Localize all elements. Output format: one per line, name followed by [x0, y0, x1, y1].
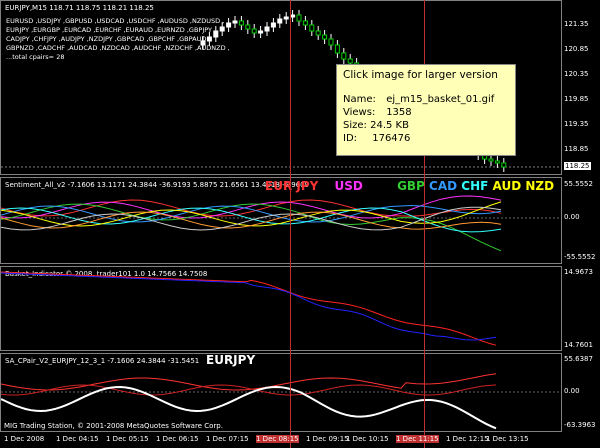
candle [200, 40, 206, 46]
sentiment-lines [1, 195, 502, 252]
candle [219, 26, 225, 32]
sentiment-axis: 55.5552 0.00 -55.5552 [562, 177, 600, 264]
image-info-tooltip[interactable]: Click image for larger version Name: ej_… [336, 64, 516, 156]
price-label: 119.85 [564, 95, 589, 103]
legend-jpy: JPY [296, 179, 319, 193]
sacpair-axis: 55.6387 0.00 -63.3963 [562, 353, 600, 432]
candle [245, 24, 251, 30]
sentiment-axis-label: 0.00 [564, 213, 580, 221]
time-axis: 1 Dec 2008 1 Dec 04:15 1 Dec 05:15 1 Dec… [0, 432, 600, 448]
time-tick-highlight: 1 Dec 11:15 [396, 435, 439, 443]
candle [238, 20, 244, 26]
candle [232, 20, 238, 24]
candle [334, 44, 340, 54]
basket-axis-label: 14.9673 [564, 268, 593, 276]
candle [488, 158, 494, 162]
time-tick: 1 Dec 12:15 [446, 435, 489, 443]
basket-axis-label: 14.7601 [564, 341, 593, 349]
price-label: 120.85 [564, 45, 589, 53]
legend-chf: CHF [461, 179, 489, 193]
candle [206, 36, 212, 42]
sacpair-axis-label: 0.00 [564, 387, 580, 395]
sentiment-axis-label: -55.5552 [564, 253, 596, 261]
time-tick: 1 Dec 09:15 [306, 435, 349, 443]
price-label: 119.35 [564, 120, 589, 128]
candle [494, 160, 500, 164]
candle [270, 22, 276, 28]
legend-usd: USD [334, 179, 363, 193]
legend-cad: CAD [429, 179, 458, 193]
time-tick-highlight: 1 Dec 08:15 [256, 435, 299, 443]
candle [501, 162, 507, 168]
tooltip-id-label: ID: [343, 133, 358, 144]
price-axis: 121.35 120.85 120.35 119.85 119.35 118.8… [562, 0, 600, 175]
candle [283, 16, 289, 20]
sacpair-svg [1, 373, 561, 430]
tooltip-views-row: Views: 1358 [343, 106, 509, 119]
basket-red-line [1, 271, 497, 346]
candle [296, 14, 302, 22]
basket-axis: 14.9673 14.7601 [562, 266, 600, 351]
time-tick: 1 Dec 07:15 [206, 435, 249, 443]
time-tick: 1 Dec 10:15 [346, 435, 389, 443]
basket-svg [1, 271, 497, 346]
legend-gbp: GBP [397, 179, 425, 193]
candle [347, 58, 353, 64]
candle [290, 14, 296, 18]
sentiment-legend: EUR JPY USD GBP CAD CHF AUD NZD [265, 179, 554, 193]
legend-eur: EUR [265, 179, 293, 193]
tooltip-size-label: Size: [343, 120, 367, 131]
current-price-label: 118.25 [564, 162, 591, 170]
tooltip-name-label: Name: [343, 94, 376, 105]
sacpair-label: EURJPY [206, 353, 256, 367]
copyright-footer: MIG Trading Station, © 2001-2008 MetaQuo… [4, 422, 223, 430]
candle [226, 22, 232, 28]
candle [277, 18, 283, 24]
candle [322, 34, 328, 40]
sacpair-axis-label: 55.6387 [564, 355, 593, 363]
price-label: 118.85 [564, 145, 589, 153]
sacpair-panel[interactable]: SA_CPair_V2_EURJPY_12_3_1 -7.1606 24.384… [0, 353, 562, 432]
candle [315, 30, 321, 36]
price-label: 120.35 [564, 70, 589, 78]
candle [251, 28, 257, 34]
tooltip-name-row: Name: ej_m15_basket_01.gif [343, 93, 509, 106]
candle [258, 30, 264, 34]
tooltip-views-label: Views: [343, 107, 376, 118]
sacpair-axis-label: -63.3963 [564, 421, 596, 429]
candle [309, 24, 315, 32]
legend-nzd: NZD [525, 179, 555, 193]
tooltip-name-value: ej_m15_basket_01.gif [386, 94, 495, 105]
price-label: 121.35 [564, 20, 589, 28]
time-tick: 1 Dec 13:15 [486, 435, 529, 443]
time-tick: 1 Dec 2008 [4, 435, 45, 443]
tooltip-header[interactable]: Click image for larger version [343, 69, 509, 81]
basket-panel[interactable]: Basket_Indicator © 2008, trader101 1.0 1… [0, 266, 562, 351]
tooltip-views-value: 1358 [386, 107, 412, 118]
sentiment-series-line [1, 199, 502, 217]
candle [213, 30, 219, 38]
sacpair-red-line [1, 373, 497, 391]
tooltip-size-value: 24.5 KB [370, 120, 409, 131]
time-tick: 1 Dec 05:15 [106, 435, 149, 443]
tooltip-id-row: ID: 176476 [343, 132, 509, 145]
candle [264, 26, 270, 32]
cursor-line [290, 0, 291, 448]
candle [328, 38, 334, 46]
candle [302, 20, 308, 26]
tooltip-id-value: 176476 [372, 133, 411, 144]
basket-blue-line [1, 272, 497, 341]
time-tick: 1 Dec 04:15 [56, 435, 99, 443]
tooltip-size-row: Size: 24.5 KB [343, 119, 509, 132]
time-tick: 1 Dec 06:15 [156, 435, 199, 443]
sentiment-axis-label: 55.5552 [564, 180, 593, 188]
legend-aud: AUD [492, 179, 522, 193]
candle [341, 52, 347, 60]
